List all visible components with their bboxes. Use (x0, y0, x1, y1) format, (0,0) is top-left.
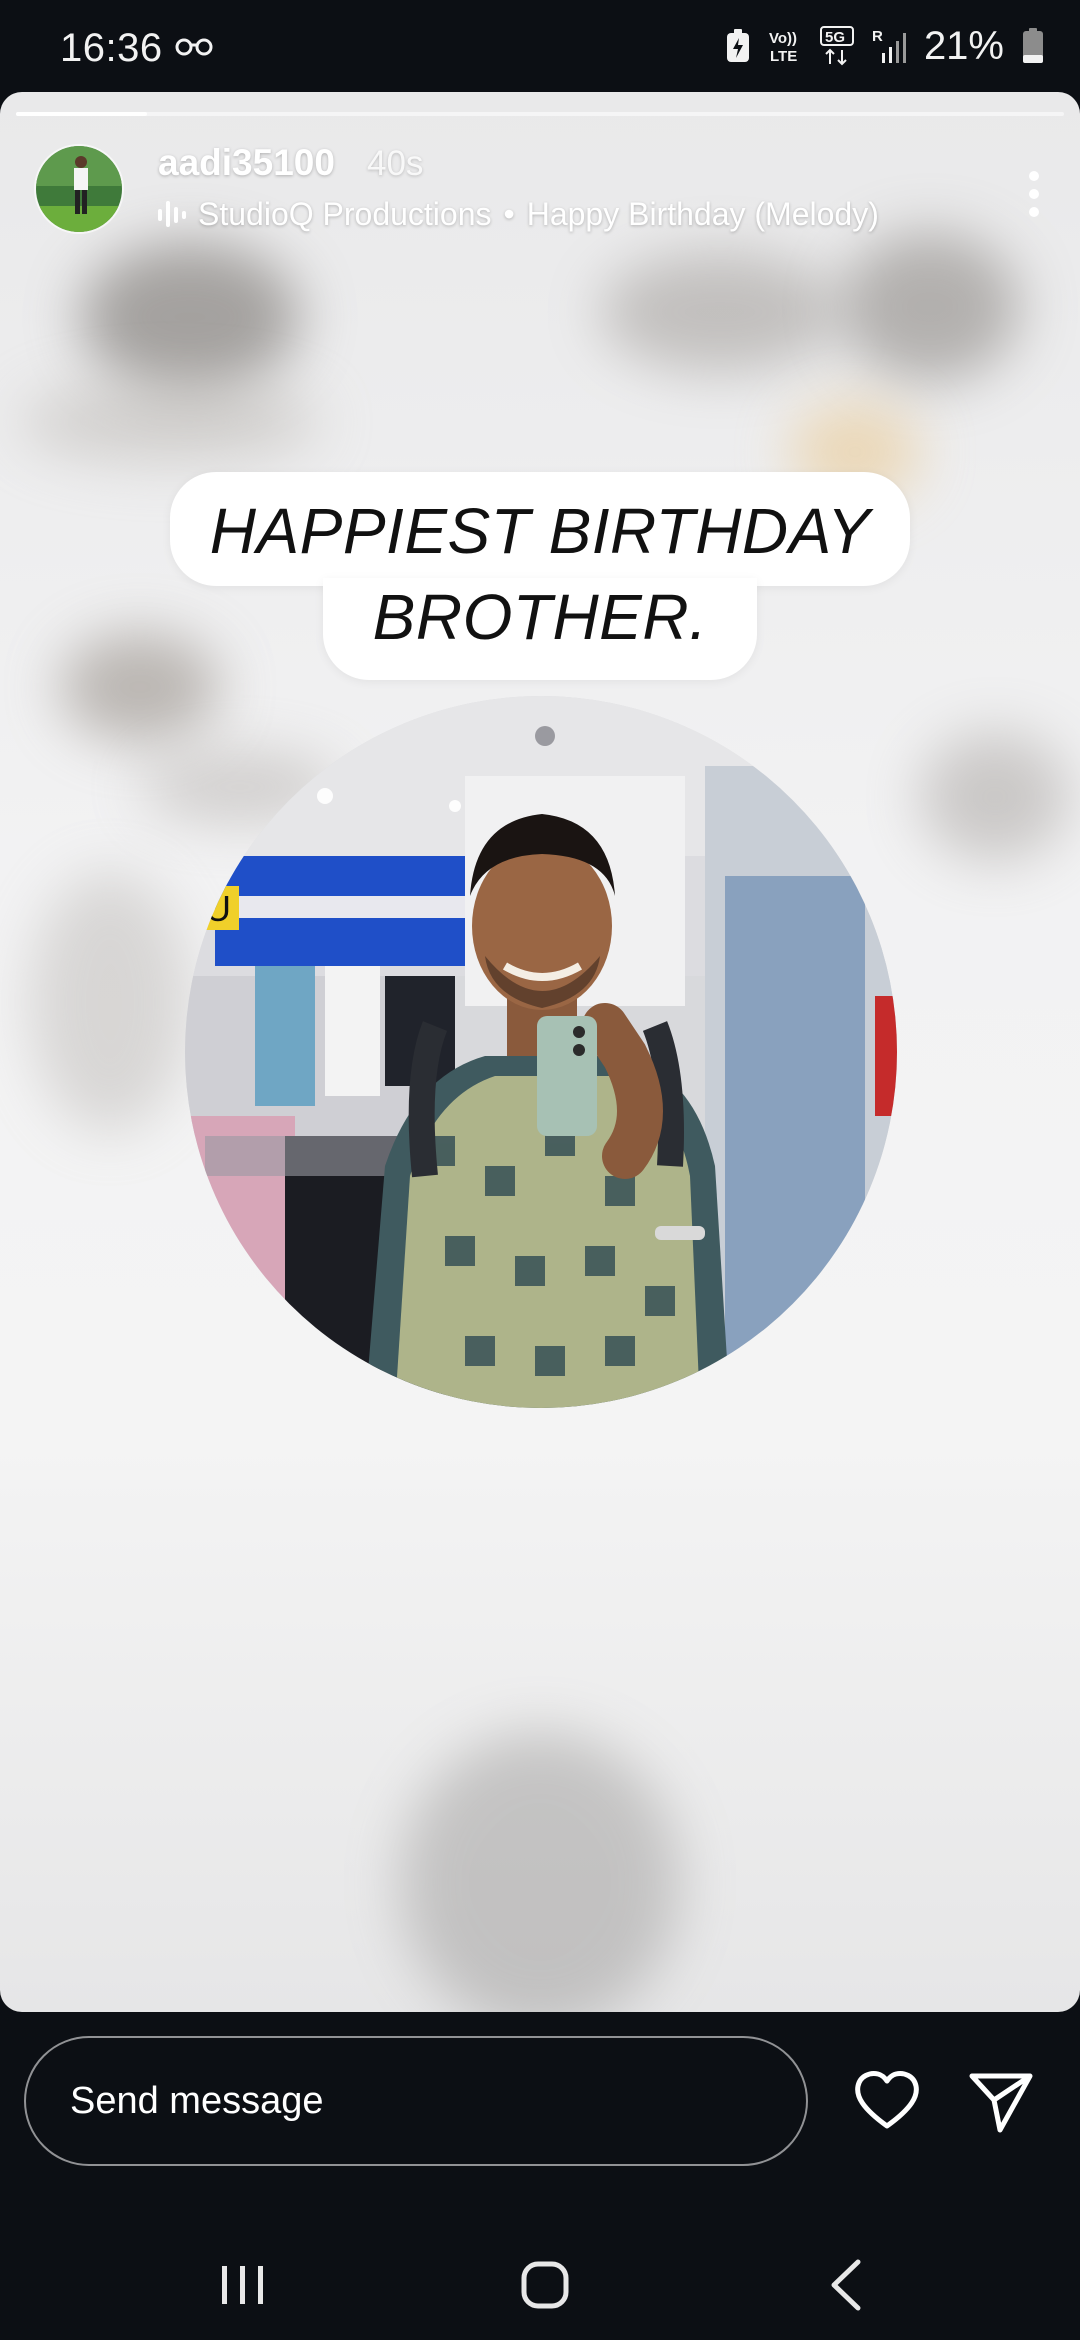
background-blur (600, 252, 840, 372)
send-icon[interactable] (966, 2066, 1036, 2136)
instagram-story-viewer: 16:36 Vo)) LTE 5G R 21% aadi35100 40s St… (0, 0, 1080, 2340)
status-bar: 16:36 Vo)) LTE 5G R 21% (0, 0, 1080, 92)
music-separator: • (503, 195, 515, 232)
background-blur (30, 872, 190, 1132)
send-message-input[interactable]: Send message (24, 2036, 808, 2166)
background-blur (80, 242, 300, 392)
story-time-ago: 40s (367, 144, 424, 183)
story-photo: U (185, 696, 897, 1408)
send-message-placeholder: Send message (70, 2079, 324, 2122)
audio-wave-icon (158, 201, 186, 227)
caption-line-2: BROTHER. (322, 578, 758, 680)
selfie-illustration: U (185, 696, 897, 1408)
status-time: 16:36 (60, 26, 163, 70)
system-nav-bar (0, 2210, 1080, 2340)
signal-icon: R (872, 28, 906, 63)
avatar[interactable] (34, 144, 124, 234)
music-attribution[interactable]: StudioQ Productions • Happy Birthday (Me… (158, 194, 879, 234)
music-artist: StudioQ Productions (198, 195, 492, 232)
back-icon[interactable] (812, 2250, 882, 2320)
battery-saver-icon (726, 29, 749, 62)
story-username[interactable]: aadi35100 (158, 142, 335, 184)
volte-label-top: Vo)) (769, 30, 797, 47)
recents-icon[interactable] (208, 2250, 278, 2320)
home-icon[interactable] (510, 2250, 580, 2320)
background-blur (20, 382, 320, 462)
roaming-label: R (872, 28, 883, 45)
heart-icon[interactable] (852, 2066, 922, 2136)
caption-sticker: HAPPIEST BIRTHDAY BROTHER. (0, 472, 1080, 680)
background-blur (920, 732, 1070, 862)
story-card[interactable]: aadi35100 40s StudioQ Productions • Happ… (0, 92, 1080, 2012)
music-song: Happy Birthday (Melody) (526, 195, 879, 232)
battery-icon (1023, 28, 1043, 63)
more-options-icon[interactable] (1016, 164, 1052, 224)
dual-sim-icon (175, 38, 213, 56)
status-icons: Vo)) LTE 5G R 21% (726, 24, 1044, 68)
volte-icon: Vo)) LTE (769, 30, 797, 64)
story-header: aadi35100 40s StudioQ Productions • Happ… (0, 92, 1080, 262)
background-blur (400, 1732, 680, 2012)
store-sign-letter: U (205, 888, 231, 929)
battery-percent: 21% (923, 23, 1004, 68)
volte-label-bottom: LTE (770, 48, 797, 64)
5g-label: 5G (825, 29, 845, 46)
5g-icon: 5G (819, 26, 854, 66)
caption-line-1: HAPPIEST BIRTHDAY (169, 472, 911, 586)
avatar-image (36, 146, 122, 232)
